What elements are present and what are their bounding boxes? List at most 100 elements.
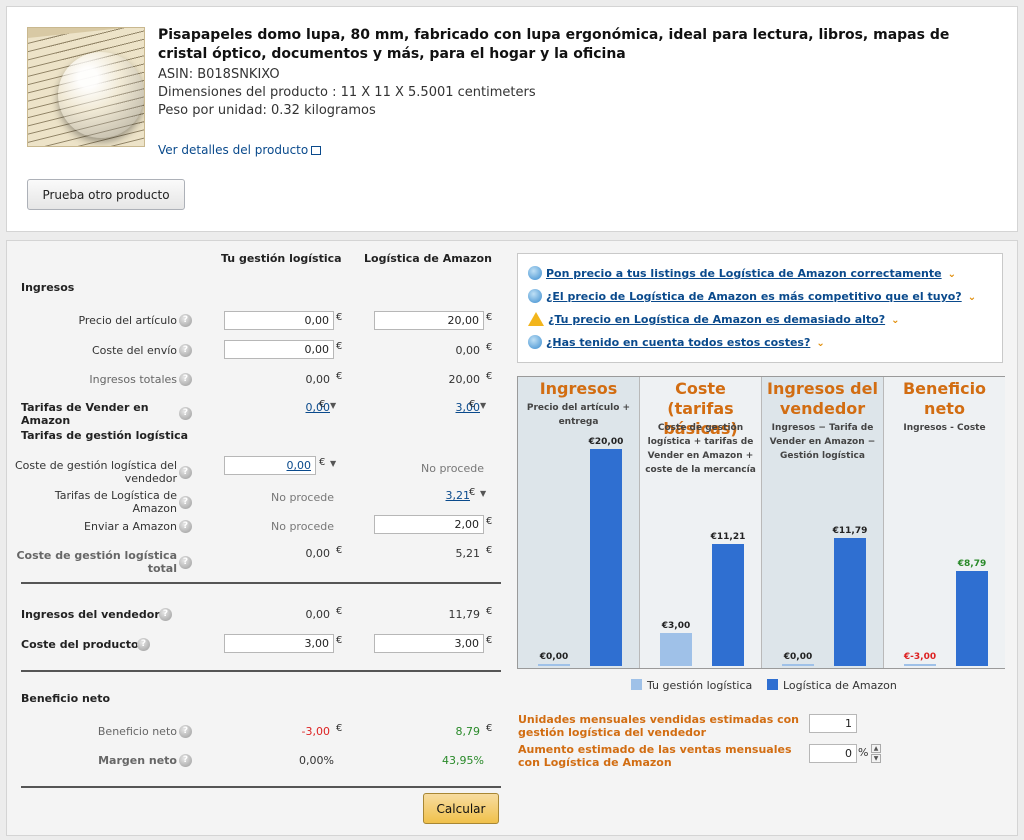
chart-bar-label: €0,00: [539, 652, 569, 662]
chart-category-title: Ingresos: [539, 379, 618, 398]
value-beneficio-neto-own: -3,00: [301, 725, 330, 738]
legend-swatch: [631, 679, 642, 690]
tip-link[interactable]: ¿El precio de Logística de Amazon es más…: [528, 289, 976, 303]
label-margen-neto: Margen neto: [98, 754, 177, 767]
tip-link[interactable]: ¿Has tenido en cuenta todos estos costes…: [528, 335, 825, 349]
caret-down-icon[interactable]: ▼: [330, 459, 336, 468]
chart-bar-label: €20,00: [588, 437, 624, 447]
tip-text: ¿Has tenido en cuenta todos estos costes…: [546, 336, 811, 349]
product-image: [27, 27, 145, 147]
coste-gestion-own-value: 0,00: [286, 459, 312, 472]
label-envio: Coste del envío: [91, 344, 177, 357]
help-icon[interactable]: ?: [179, 520, 192, 533]
divider: [21, 786, 501, 788]
input-envio-own[interactable]: 0,00: [224, 340, 334, 359]
caret-down-icon[interactable]: ▼: [330, 401, 336, 410]
product-details-link[interactable]: Ver detalles del producto: [158, 143, 322, 157]
label-precio: Precio del artículo: [78, 314, 177, 327]
tip-link[interactable]: ¿Tu precio en Logística de Amazon es dem…: [528, 312, 899, 326]
currency-symbol: €: [336, 312, 343, 323]
input-enviar-amazon[interactable]: 2,00: [374, 515, 484, 534]
section-tarifas-gestion: Tarifas de gestión logística: [21, 429, 189, 442]
help-icon[interactable]: ?: [179, 344, 192, 357]
help-icon[interactable]: ?: [137, 638, 150, 651]
help-icon[interactable]: ?: [179, 556, 192, 569]
currency-symbol: €: [469, 399, 476, 410]
spinner-down-icon[interactable]: ▼: [871, 754, 881, 763]
chart-bar-label: €-3,00: [903, 652, 937, 662]
label-tarifas-vender: Tarifas de Vender en Amazon: [21, 401, 149, 427]
currency-symbol: €: [486, 545, 493, 556]
divider: [21, 582, 501, 584]
product-card: Pisapapeles domo lupa, 80 mm, fabricado …: [6, 6, 1018, 232]
currency-symbol: €: [336, 723, 343, 734]
speech-bubble-icon: [528, 266, 542, 280]
caret-down-icon[interactable]: ▼: [480, 489, 486, 498]
value-enviar-amazon-own: No procede: [270, 520, 334, 533]
currency-symbol: €: [336, 635, 343, 646]
help-icon[interactable]: ?: [179, 754, 192, 767]
chart-bar: [660, 633, 692, 666]
input-precio-amazon[interactable]: 20,00: [374, 311, 484, 330]
input-aumento-ventas[interactable]: 0: [809, 744, 857, 763]
product-asin: ASIN: B018SNKIXO: [158, 67, 280, 82]
divider: [21, 670, 501, 672]
chart-bar: [834, 538, 866, 666]
label-tarifas-logistica: Tarifas de Logística de Amazon: [54, 489, 177, 515]
input-unidades-mensuales[interactable]: 1: [809, 714, 857, 733]
currency-symbol: €: [486, 606, 493, 617]
currency-symbol: €: [336, 606, 343, 617]
caret-down-icon[interactable]: ▼: [480, 401, 486, 410]
tips-panel: Pon precio a tus listings de Logística d…: [517, 253, 1003, 363]
try-other-product-button[interactable]: Prueba otro producto: [27, 179, 185, 210]
tip-link[interactable]: Pon precio a tus listings de Logística d…: [528, 266, 956, 280]
value-ingresos-vendedor-own: 0,00: [305, 608, 331, 621]
value-envio-amazon: 0,00: [455, 344, 481, 357]
link-tarifas-logistica-amazon[interactable]: 3,21: [364, 489, 474, 502]
help-icon[interactable]: ?: [179, 725, 192, 738]
input-coste-gestion-own[interactable]: 0,00: [224, 456, 316, 475]
link-tarifas-vender-amazon[interactable]: 3,00: [374, 401, 484, 414]
help-icon[interactable]: ?: [179, 373, 192, 386]
spinner-up-icon[interactable]: ▲: [871, 744, 881, 753]
link-tarifas-vender-own[interactable]: 0,00: [224, 401, 334, 414]
chart-bar: [712, 544, 744, 666]
chevron-down-icon: ⌄: [947, 269, 956, 280]
section-beneficio: Beneficio neto: [21, 692, 111, 705]
product-weight: Peso por unidad: 0.32 kilogramos: [158, 103, 376, 118]
product-dimensions: Dimensiones del producto : 11 X 11 X 5.5…: [158, 85, 536, 100]
help-icon[interactable]: ?: [179, 407, 192, 420]
chart-category-subtitle: Ingresos - Coste: [903, 423, 986, 433]
product-details-link-label: Ver detalles del producto: [158, 143, 309, 157]
chart-column: Coste (tarifas básicas) Coste de gestión…: [640, 377, 762, 668]
value-margen-neto-own: 0,00%: [299, 754, 334, 767]
warning-icon: [528, 312, 544, 326]
calculate-button[interactable]: Calcular: [423, 793, 499, 824]
chart-bar: [782, 664, 814, 666]
chevron-down-icon: ⌄: [967, 292, 977, 303]
value-coste-total-own: 0,00: [305, 547, 331, 560]
currency-symbol: €: [336, 341, 343, 352]
chart-category-title: Beneficio neto: [902, 379, 987, 418]
input-coste-producto-own[interactable]: 3,00: [224, 634, 334, 653]
chart-bar-label: €3,00: [661, 621, 691, 631]
label-beneficio-neto: Beneficio neto: [97, 725, 177, 738]
tip-text: Pon precio a tus listings de Logística d…: [546, 267, 942, 280]
label-unidades-mensuales: Unidades mensuales vendidas estimadas co…: [518, 713, 799, 739]
value-ingresos-vendedor-amazon: 11,79: [448, 608, 481, 621]
input-coste-producto-amazon[interactable]: 3,00: [374, 634, 484, 653]
column-header-amazon: Logística de Amazon: [364, 252, 492, 265]
chart-category-subtitle: Coste de gestión logística + tarifas de …: [645, 423, 756, 475]
label-aumento-ventas: Aumento estimado de las ventas mensuales…: [518, 743, 792, 769]
help-icon[interactable]: ?: [179, 466, 192, 479]
help-icon[interactable]: ?: [179, 314, 192, 327]
help-icon[interactable]: ?: [179, 496, 192, 509]
chart-category-title: Ingresos del vendedor: [767, 379, 878, 418]
chart-category-subtitle: Ingresos − Tarifa de Vender en Amazon − …: [769, 423, 876, 461]
chevron-down-icon: ⌄: [816, 338, 825, 349]
currency-symbol: €: [486, 723, 493, 734]
percent-symbol: %: [858, 746, 869, 759]
help-icon[interactable]: ?: [159, 608, 172, 621]
input-precio-own[interactable]: 0,00: [224, 311, 334, 330]
legend-swatch: [767, 679, 778, 690]
